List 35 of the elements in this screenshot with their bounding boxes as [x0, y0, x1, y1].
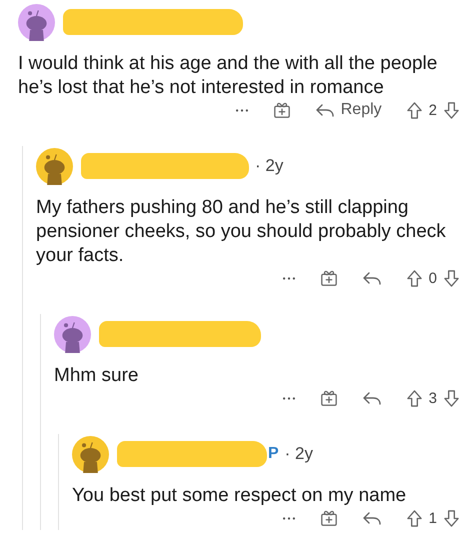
comment-text: I would think at his age and the with all the people he’s lost that he’s not interested in romance — [18, 52, 438, 100]
more-icon[interactable] — [282, 396, 296, 400]
comment-text: My fathers pushing 80 and he’s still clapping pensioner cheeks, so you should probably check your facts. — [36, 196, 447, 268]
downvote-icon[interactable] — [443, 100, 460, 120]
reply-icon — [362, 390, 382, 406]
upvote-icon[interactable] — [406, 388, 423, 408]
downvote-icon[interactable] — [443, 388, 460, 408]
upvote-icon[interactable] — [406, 100, 423, 120]
comment-age: · 2y — [284, 444, 314, 464]
reply-button[interactable] — [362, 270, 382, 286]
gift-icon[interactable] — [272, 101, 291, 119]
more-icon[interactable] — [282, 276, 296, 280]
vote-count: 2 — [428, 102, 437, 118]
comment-age: · 2y — [255, 156, 284, 176]
vote-count: 0 — [428, 270, 437, 286]
op-label: P — [268, 445, 279, 463]
gift-icon[interactable] — [320, 389, 338, 407]
upvote-icon[interactable] — [406, 508, 423, 528]
reply-icon — [362, 270, 382, 286]
reply-button[interactable]: Reply — [314, 101, 382, 119]
upvote-icon[interactable] — [406, 268, 423, 288]
downvote-icon[interactable] — [443, 268, 460, 288]
downvote-icon[interactable] — [443, 508, 460, 528]
gift-icon[interactable] — [320, 509, 338, 527]
more-icon[interactable] — [234, 108, 249, 112]
more-icon[interactable] — [282, 516, 296, 520]
reply-icon — [362, 510, 382, 526]
comment-text: You best put some respect on my name — [72, 484, 408, 508]
vote-count: 1 — [428, 510, 437, 526]
vote-count: 3 — [428, 390, 437, 406]
reply-button[interactable] — [362, 510, 382, 526]
gift-icon[interactable] — [320, 269, 338, 287]
reply-icon — [314, 102, 335, 118]
reply-button[interactable] — [362, 390, 382, 406]
comment-text: Mhm sure — [54, 364, 140, 388]
